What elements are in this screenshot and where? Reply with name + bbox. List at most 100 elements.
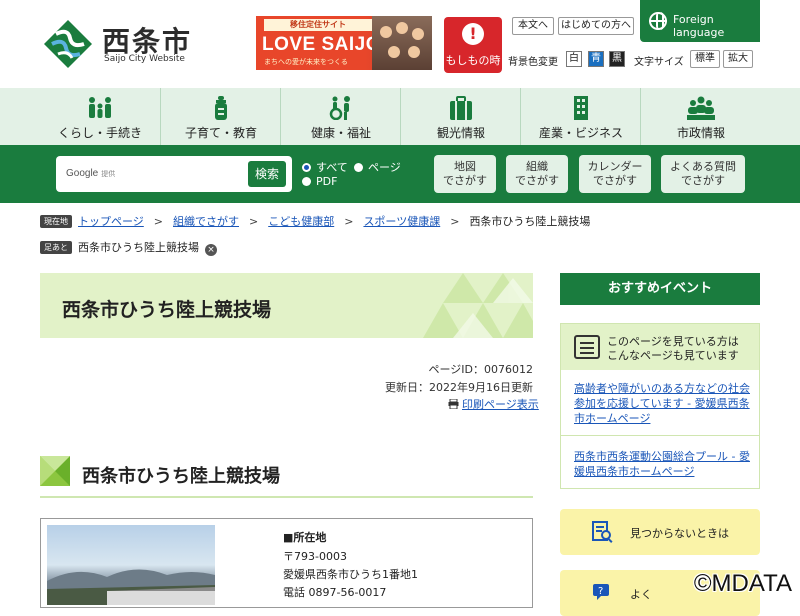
breadcrumb-separator: > — [249, 215, 258, 228]
visit-history: 足あと西条市ひうち陸上競技場 × — [40, 239, 217, 256]
building-icon — [567, 96, 595, 120]
category-city-info[interactable]: 市政情報 — [640, 88, 760, 145]
postal-code: 〒793-0003 — [283, 548, 347, 564]
bg-color-option-2[interactable]: 青 — [588, 51, 604, 67]
site-logo[interactable]: 西条市 Saijo City Website — [40, 16, 200, 72]
search-option-page[interactable]: ページ — [354, 159, 401, 175]
banner-sub-text: まちへの愛が未来をつくる — [264, 57, 348, 67]
search-option-pdf[interactable]: PDF — [302, 175, 337, 188]
first-time-visitors-button[interactable]: はじめての方へ — [558, 17, 634, 35]
heading-mark-icon — [40, 456, 70, 486]
logo-subtitle: Saijo City Website — [104, 54, 185, 64]
search-input[interactable]: Google提供 検索 — [56, 156, 292, 192]
page-id: ページID：0076012 — [429, 361, 533, 377]
exclamation-icon: ! — [462, 23, 484, 45]
history-tag: 足あと — [40, 241, 72, 254]
facility-info-box: ■所在地 〒793-0003 愛媛県西条市ひうち1番地1 電話 0897-56-… — [40, 518, 533, 608]
location-heading: ■所在地 — [283, 529, 326, 545]
page-title: 西条市ひうち陸上競技場 — [62, 295, 271, 322]
font-size-large-button[interactable]: 拡大 — [723, 50, 753, 68]
print-page-link[interactable]: 印刷ページ表示 — [448, 396, 539, 412]
skip-to-content-button[interactable]: 本文へ — [512, 17, 554, 35]
faq-icon: ? — [592, 582, 614, 604]
radio-icon — [354, 163, 363, 172]
history-item[interactable]: 西条市ひうち陸上競技場 — [78, 241, 199, 254]
search-by-calendar-button[interactable]: カレンダーでさがす — [579, 155, 651, 193]
breadcrumb-link-top[interactable]: トップページ — [78, 215, 144, 228]
not-found-button[interactable]: 見つからないときは — [560, 509, 760, 555]
category-label: 観光情報 — [401, 124, 521, 141]
updated-date: 更新日：2022年9月16日更新 — [385, 379, 533, 395]
breadcrumb-link-section[interactable]: スポーツ健康課 — [363, 215, 440, 228]
family-icon — [86, 96, 114, 120]
wheelchair-icon — [327, 96, 355, 120]
emergency-label: もしもの時 — [444, 52, 502, 68]
triangle-pattern-decoration — [423, 273, 533, 338]
font-size-standard-button[interactable]: 標準 — [690, 50, 720, 68]
bg-color-option-1[interactable]: 白 — [566, 51, 582, 67]
breadcrumb-current: 西条市ひうち陸上競技場 — [469, 215, 590, 228]
banner-photo — [372, 16, 432, 70]
baby-bottle-icon — [207, 96, 235, 120]
globe-icon — [649, 12, 667, 30]
search-by-map-button[interactable]: 地図でさがす — [434, 155, 496, 193]
printer-icon — [448, 399, 459, 409]
search-by-faq-button[interactable]: よくある質問でさがす — [661, 155, 745, 193]
phone-number: 電話 0897-56-0017 — [283, 584, 386, 600]
search-band: Google提供 検索 すべて ページ PDF 地図でさがす 組織でさがす カレ… — [0, 145, 800, 203]
recommended-events-heading[interactable]: おすすめイベント — [560, 273, 760, 305]
print-page-label[interactable]: 印刷ページ表示 — [462, 398, 539, 411]
copyright-watermark: ©MDATA — [694, 570, 792, 598]
category-label: 産業・ビジネス — [521, 124, 641, 141]
related-pages-panel: このページを見ている方はこんなページも見ています 高齢者や障がいのある方などの社… — [560, 323, 760, 489]
breadcrumb: 現在地トップページ>組織でさがす>こども健康部>スポーツ健康課>西条市ひうち陸上… — [40, 213, 590, 229]
related-link[interactable]: 西条市西条運動公園総合プール - 愛媛県西条市ホームページ — [574, 449, 750, 479]
bg-color-option-3[interactable]: 黒 — [609, 51, 625, 67]
foreign-language-label: Foreign language — [673, 13, 760, 39]
breadcrumb-link-department[interactable]: こども健康部 — [268, 215, 334, 228]
related-link[interactable]: 高齢者や障がいのある方などの社会参加を応援しています - 愛媛県西条市ホームペー… — [574, 381, 750, 426]
stadium-photo — [47, 525, 215, 605]
address: 愛媛県西条市ひうち1番地1 — [283, 566, 418, 582]
category-business[interactable]: 産業・ビジネス — [520, 88, 640, 145]
section-heading: 西条市ひうち陸上競技場 — [40, 456, 533, 498]
page-title-box: 西条市ひうち陸上競技場 — [40, 273, 533, 338]
breadcrumb-separator: > — [344, 215, 353, 228]
category-label: くらし・手続き — [40, 124, 160, 141]
stadium-photo-illustration — [47, 525, 215, 605]
google-search-label: Google提供 — [66, 168, 115, 179]
category-label: 市政情報 — [641, 124, 761, 141]
emergency-button[interactable]: ! もしもの時 — [444, 17, 502, 73]
breadcrumb-separator: > — [450, 215, 459, 228]
radio-icon — [302, 177, 311, 186]
category-tourism[interactable]: 観光情報 — [400, 88, 520, 145]
banner-top-text: 移住定住サイト — [264, 19, 372, 31]
search-option-all[interactable]: すべて — [302, 159, 348, 175]
divider — [561, 435, 759, 436]
breadcrumb-link-organization[interactable]: 組織でさがす — [173, 215, 239, 228]
foreign-language-button[interactable]: Foreign language — [640, 0, 760, 42]
related-pages-header: このページを見ている方はこんなページも見ています — [561, 324, 759, 370]
category-living[interactable]: くらし・手続き — [40, 88, 160, 145]
people-group-icon — [687, 96, 715, 120]
search-button[interactable]: 検索 — [248, 161, 286, 187]
search-document-icon — [592, 521, 614, 543]
list-icon — [574, 335, 600, 359]
close-icon[interactable]: × — [205, 244, 217, 256]
saijo-logo-mark-icon — [40, 16, 96, 72]
svg-text:?: ? — [598, 586, 603, 597]
related-pages-title: このページを見ている方はこんなページも見ています — [607, 335, 739, 363]
site-header: 西条市 Saijo City Website 移住定住サイト LOVE SAIJ… — [0, 0, 800, 88]
breadcrumb-separator: > — [154, 215, 163, 228]
category-health[interactable]: 健康・福祉 — [280, 88, 400, 145]
section-title: 西条市ひうち陸上競技場 — [82, 462, 280, 488]
category-childcare[interactable]: 子育て・教育 — [160, 88, 280, 145]
suitcase-icon — [447, 96, 475, 120]
not-found-label: 見つからないときは — [630, 525, 729, 541]
category-label: 健康・福祉 — [281, 124, 401, 141]
love-saijo-banner[interactable]: 移住定住サイト LOVE SAIJO まちへの愛が未来をつくる — [256, 16, 432, 70]
category-label: 子育て・教育 — [161, 124, 281, 141]
bg-color-label: 背景色変更 — [508, 53, 558, 68]
search-by-organization-button[interactable]: 組織でさがす — [506, 155, 568, 193]
font-size-label: 文字サイズ — [634, 53, 684, 68]
